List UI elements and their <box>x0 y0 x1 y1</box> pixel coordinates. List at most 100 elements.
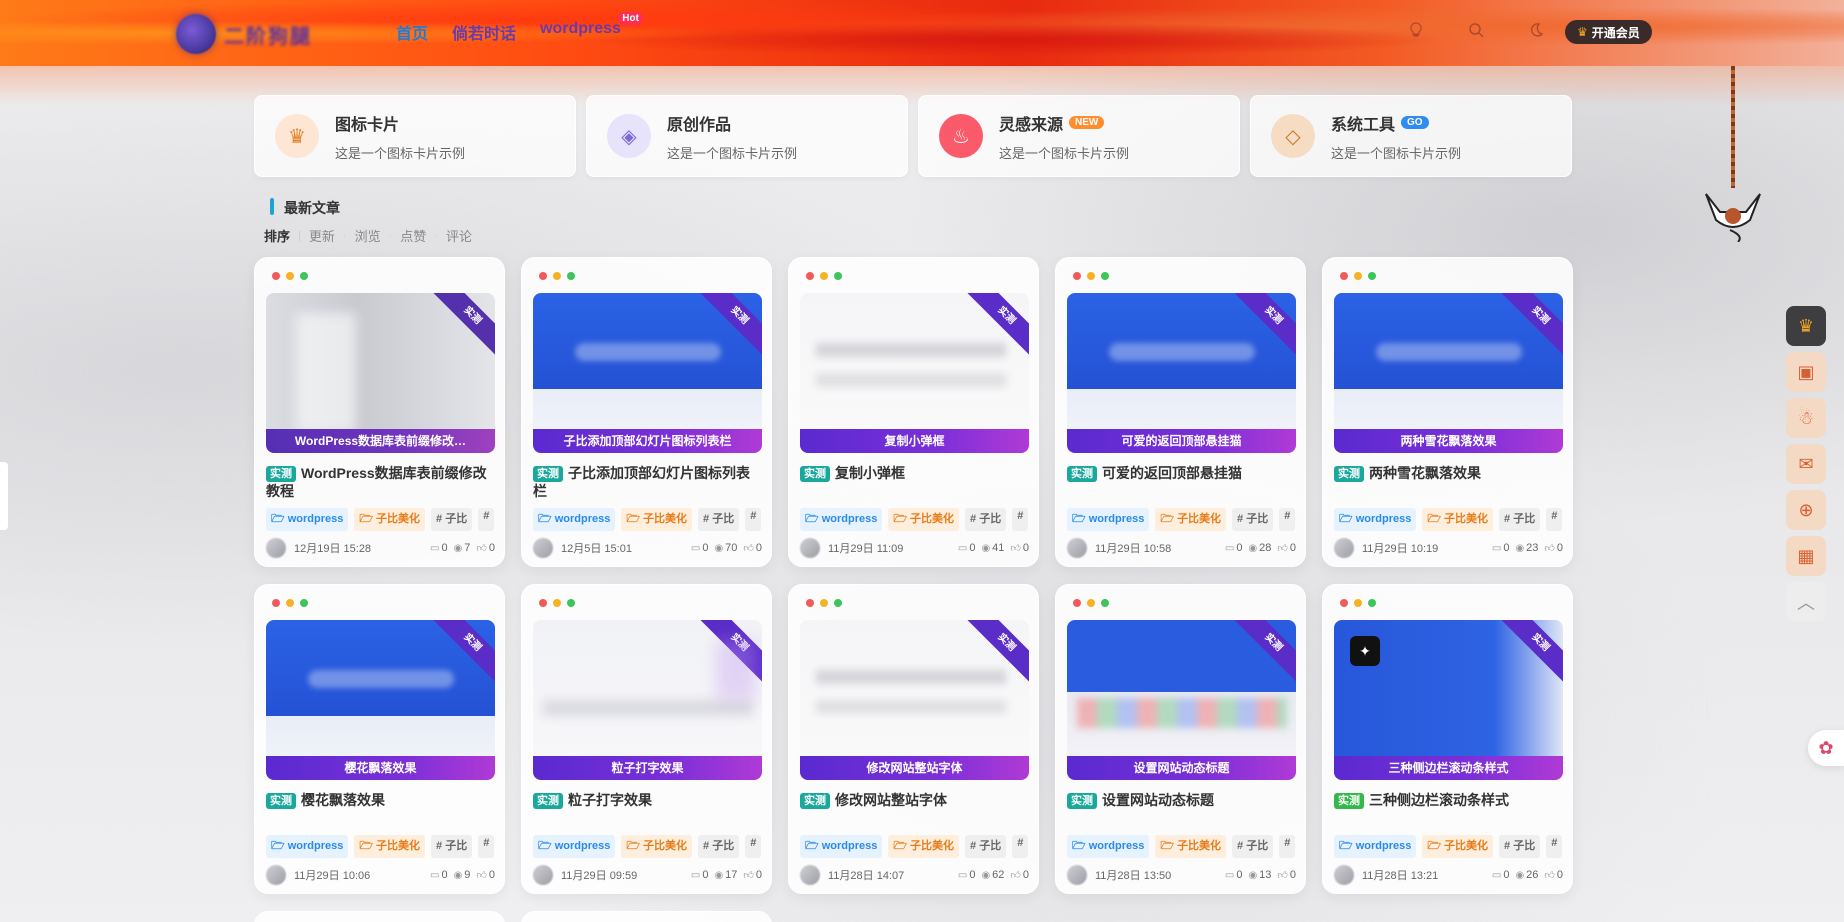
nav-wordpress[interactable]: wordpress Hot <box>540 12 643 44</box>
tag-zibll-beautify[interactable]: 🗁 子比美化 <box>354 508 426 531</box>
category-badge[interactable]: 实测 <box>800 466 830 482</box>
tag-more[interactable]: # <box>1546 835 1563 858</box>
avatar[interactable] <box>533 865 553 885</box>
avatar[interactable] <box>266 865 286 885</box>
tag-wordpress[interactable]: 🗁 wordpress <box>1334 508 1417 531</box>
lightbulb-icon[interactable] <box>1406 22 1426 42</box>
post-title[interactable]: 实测 子比添加顶部幻灯片图标列表栏 <box>533 464 762 500</box>
like-count[interactable]: 👍︎ 0 <box>1277 869 1296 881</box>
post-card[interactable]: 实测 粒子打字效果 实测 粒子打字效果 🗁 wordpress 🗁 子比美化 # … <box>521 584 772 894</box>
vip-button[interactable]: ♛ 开通会员 <box>1565 20 1652 44</box>
site-logo[interactable]: 二阶狗腿 <box>176 14 312 54</box>
tag-zibll[interactable]: # 子比 <box>965 508 1007 531</box>
sort-views[interactable]: 浏览 <box>347 226 389 245</box>
wechat-icon[interactable]: ✉ <box>1786 444 1826 484</box>
nav-home[interactable]: 首页 <box>396 20 428 44</box>
tag-wordpress[interactable]: 🗁 wordpress <box>1334 835 1417 858</box>
qq-icon[interactable]: ☃ <box>1786 398 1826 438</box>
post-card-partial[interactable] <box>254 911 505 922</box>
post-thumbnail[interactable]: 实测 修改网站整站字体 <box>800 620 1029 780</box>
post-card[interactable]: 实测 设置网站动态标题 实测 设置网站动态标题 🗁 wordpress 🗁 子比美… <box>1055 584 1306 894</box>
tag-zibll-beautify[interactable]: 🗁 子比美化 <box>1155 508 1227 531</box>
post-card[interactable]: 实测 子比添加顶部幻灯片图标列表栏 实测 子比添加顶部幻灯片图标列表栏 🗁 wor… <box>521 257 772 567</box>
plus-circle-icon[interactable]: ⊕ <box>1786 490 1826 530</box>
nav-talk[interactable]: 倘若时话 <box>452 20 516 44</box>
post-card[interactable]: 实测 WordPress数据库表前缀修改… 实测 WordPress数据库表前缀修… <box>254 257 505 567</box>
like-count[interactable]: 👍︎ 0 <box>476 869 495 881</box>
sort-likes[interactable]: 点赞 <box>392 226 434 245</box>
like-count[interactable]: 👍︎ 0 <box>743 542 762 554</box>
post-title[interactable]: 实测 两种雪花飘落效果 <box>1334 464 1563 482</box>
tag-wordpress[interactable]: 🗁 wordpress <box>800 508 883 531</box>
tag-zibll-beautify[interactable]: 🗁 子比美化 <box>1422 508 1494 531</box>
tag-zibll-beautify[interactable]: 🗁 子比美化 <box>621 508 693 531</box>
avatar[interactable] <box>800 538 820 558</box>
post-title[interactable]: 实测 复制小弹框 <box>800 464 1029 482</box>
icon-card-4[interactable]: ◇ 系统工具 GO 这是一个图标卡片示例 <box>1250 95 1572 177</box>
tag-zibll[interactable]: # 子比 <box>1499 835 1541 858</box>
post-title[interactable]: 实测 修改网站整站字体 <box>800 791 1029 809</box>
gift-icon[interactable]: ▣ <box>1786 352 1826 392</box>
tag-wordpress[interactable]: 🗁 wordpress <box>1067 835 1150 858</box>
post-title[interactable]: 实测 樱花飘落效果 <box>266 791 495 809</box>
post-thumbnail[interactable]: 实测 两种雪花飘落效果 <box>1334 293 1563 453</box>
post-thumbnail[interactable]: ✦ 实测 三种侧边栏滚动条样式 <box>1334 620 1563 780</box>
tag-zibll[interactable]: # 子比 <box>1232 835 1274 858</box>
tag-more[interactable]: # <box>745 508 762 531</box>
like-count[interactable]: 👍︎ 0 <box>1010 869 1029 881</box>
post-thumbnail[interactable]: 实测 子比添加顶部幻灯片图标列表栏 <box>533 293 762 453</box>
avatar[interactable] <box>1067 538 1087 558</box>
tag-zibll-beautify[interactable]: 🗁 子比美化 <box>621 835 693 858</box>
crown-icon[interactable]: ♛ <box>1786 306 1826 346</box>
brain-icon[interactable]: ✿ <box>1808 730 1844 766</box>
post-card[interactable]: 实测 修改网站整站字体 实测 修改网站整站字体 🗁 wordpress 🗁 子比美… <box>788 584 1039 894</box>
icon-card-3[interactable]: ♨ 灵感来源 NEW 这是一个图标卡片示例 <box>918 95 1240 177</box>
like-count[interactable]: 👍︎ 0 <box>1544 542 1563 554</box>
post-card[interactable]: 实测 复制小弹框 实测 复制小弹框 🗁 wordpress 🗁 子比美化 # 子比… <box>788 257 1039 567</box>
like-count[interactable]: 👍︎ 0 <box>1010 542 1029 554</box>
sort-comments[interactable]: 评论 <box>438 226 480 245</box>
post-card[interactable]: 实测 樱花飘落效果 实测 樱花飘落效果 🗁 wordpress 🗁 子比美化 # … <box>254 584 505 894</box>
tag-zibll-beautify[interactable]: 🗁 子比美化 <box>888 835 960 858</box>
tag-wordpress[interactable]: 🗁 wordpress <box>266 835 349 858</box>
category-badge[interactable]: 实测 <box>1067 466 1097 482</box>
avatar[interactable] <box>1067 865 1087 885</box>
like-count[interactable]: 👍︎ 0 <box>1277 542 1296 554</box>
sort-update[interactable]: 更新 <box>301 226 343 245</box>
post-thumbnail[interactable]: 实测 设置网站动态标题 <box>1067 620 1296 780</box>
tag-more[interactable]: # <box>478 835 495 858</box>
tag-wordpress[interactable]: 🗁 wordpress <box>800 835 883 858</box>
category-badge[interactable]: 实测 <box>266 466 296 482</box>
tag-wordpress[interactable]: 🗁 wordpress <box>533 835 616 858</box>
tag-more[interactable]: # <box>478 508 495 531</box>
tag-more[interactable]: # <box>1279 835 1296 858</box>
tag-wordpress[interactable]: 🗁 wordpress <box>533 508 616 531</box>
tag-zibll-beautify[interactable]: 🗁 子比美化 <box>1422 835 1494 858</box>
avatar[interactable] <box>533 538 553 558</box>
category-badge[interactable]: 实测 <box>1334 466 1364 482</box>
tag-more[interactable]: # <box>1012 835 1029 858</box>
post-title[interactable]: 实测 粒子打字效果 <box>533 791 762 809</box>
post-card[interactable]: 实测 两种雪花飘落效果 实测 两种雪花飘落效果 🗁 wordpress 🗁 子比美… <box>1322 257 1573 567</box>
tag-zibll-beautify[interactable]: 🗁 子比美化 <box>354 835 426 858</box>
avatar[interactable] <box>800 865 820 885</box>
avatar[interactable] <box>1334 538 1354 558</box>
chevron-up-icon[interactable]: ︿ <box>1786 582 1826 622</box>
back-to-top-cat-icon[interactable] <box>1700 186 1766 243</box>
qrcode-icon[interactable]: ▦ <box>1786 536 1826 576</box>
category-badge[interactable]: 实测 <box>533 466 563 482</box>
icon-card-2[interactable]: ◈ 原创作品 这是一个图标卡片示例 <box>586 95 908 177</box>
like-count[interactable]: 👍︎ 0 <box>743 869 762 881</box>
category-badge[interactable]: 实测 <box>800 793 830 809</box>
post-thumbnail[interactable]: 实测 复制小弹框 <box>800 293 1029 453</box>
tag-more[interactable]: # <box>1279 508 1296 531</box>
tag-zibll[interactable]: # 子比 <box>698 835 740 858</box>
post-card-partial[interactable] <box>521 911 772 922</box>
like-count[interactable]: 👍︎ 0 <box>1544 869 1563 881</box>
post-thumbnail[interactable]: 实测 可爱的返回顶部悬挂猫 <box>1067 293 1296 453</box>
post-thumbnail[interactable]: 实测 樱花飘落效果 <box>266 620 495 780</box>
post-thumbnail[interactable]: 实测 粒子打字效果 <box>533 620 762 780</box>
post-title[interactable]: 实测 三种侧边栏滚动条样式 <box>1334 791 1563 809</box>
post-card[interactable]: 实测 可爱的返回顶部悬挂猫 实测 可爱的返回顶部悬挂猫 🗁 wordpress 🗁… <box>1055 257 1306 567</box>
tag-more[interactable]: # <box>1546 508 1563 531</box>
